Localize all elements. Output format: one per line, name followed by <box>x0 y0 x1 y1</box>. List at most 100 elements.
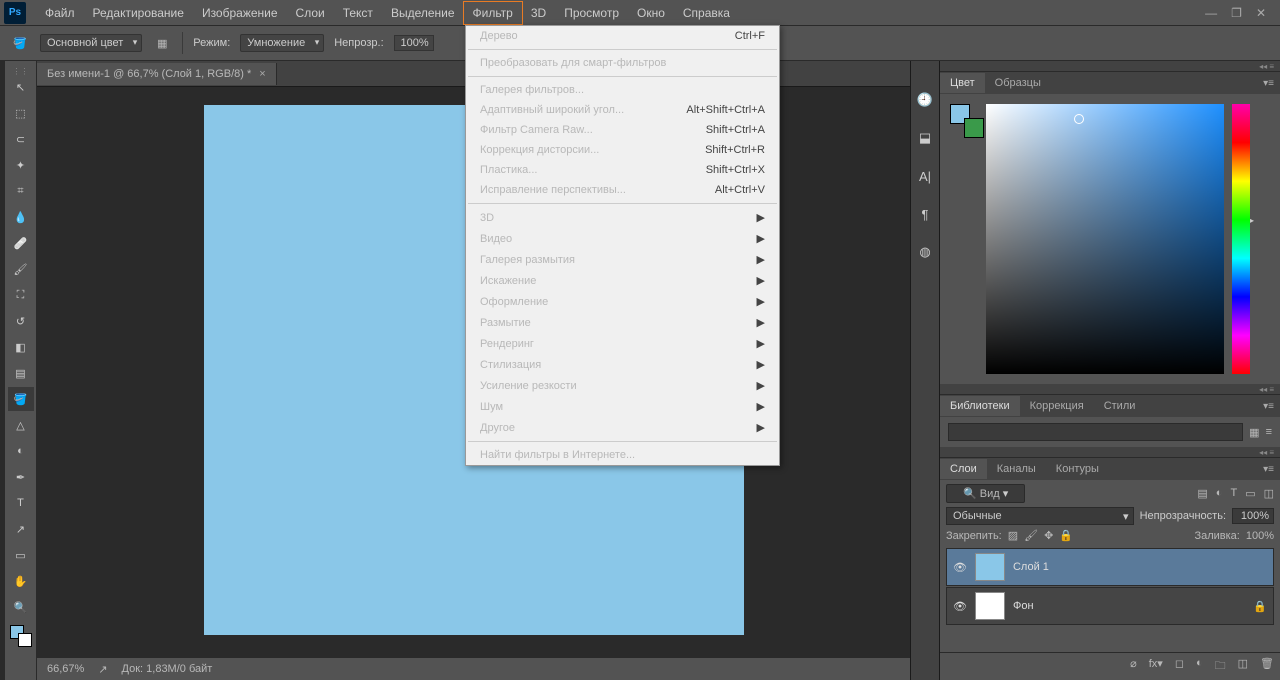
gradient-tool[interactable]: ▤ <box>8 361 34 385</box>
layer-row[interactable]: 👁 Слой 1 <box>946 548 1274 586</box>
tab-paths[interactable]: Контуры <box>1046 459 1109 479</box>
layer-name[interactable]: Слой 1 <box>1013 561 1267 573</box>
list-view-icon[interactable]: ≡ <box>1266 426 1272 439</box>
menu-выделение[interactable]: Выделение <box>382 2 464 24</box>
tab-swatches[interactable]: Образцы <box>985 73 1051 93</box>
stamp-tool[interactable]: ⛶ <box>8 283 34 307</box>
document-tab[interactable]: Без имени-1 @ 66,7% (Слой 1, RGB/8) * × <box>37 63 277 85</box>
layer-blend-dropdown[interactable]: Обычные <box>946 507 1134 525</box>
healing-tool[interactable]: 🩹 <box>8 231 34 255</box>
link-layers-icon[interactable]: ⌀ <box>1130 657 1137 676</box>
filter-type-icon[interactable]: T <box>1230 487 1237 500</box>
menu-3d[interactable]: 3D <box>522 2 555 24</box>
menu-изображение[interactable]: Изображение <box>193 2 287 24</box>
path-select-tool[interactable]: ↗ <box>8 517 34 541</box>
layer-row[interactable]: 👁Фон🔒 <box>946 587 1274 625</box>
crop-tool[interactable]: ⌗ <box>8 179 34 203</box>
tab-adjustments[interactable]: Коррекция <box>1020 396 1094 416</box>
filter-menu-item[interactable]: Коррекция дисторсии...Shift+Ctrl+R <box>466 140 779 160</box>
paragraph-icon[interactable]: ¶ <box>916 205 934 223</box>
tab-styles[interactable]: Стили <box>1094 396 1146 416</box>
menu-фильтр[interactable]: Фильтр <box>464 2 522 24</box>
library-picker[interactable] <box>948 423 1243 441</box>
menu-справка[interactable]: Справка <box>674 2 739 24</box>
hand-tool[interactable]: ✋ <box>8 569 34 593</box>
layer-opacity-value[interactable]: 100% <box>1232 508 1274 524</box>
zoom-tool[interactable]: 🔍 <box>8 595 34 619</box>
layer-thumbnail[interactable] <box>975 592 1005 620</box>
filter-menu-item[interactable]: Другое▶ <box>466 417 779 438</box>
filter-menu-item[interactable]: Преобразовать для смарт-фильтров <box>466 53 779 73</box>
close-button[interactable]: ✕ <box>1256 6 1266 20</box>
tab-libraries[interactable]: Библиотеки <box>940 396 1020 416</box>
panel-menu-icon[interactable]: ▾≡ <box>1263 464 1274 475</box>
lock-all-icon[interactable]: 🔒 <box>1059 529 1073 542</box>
pen-tool[interactable]: ✒ <box>8 465 34 489</box>
filter-menu-item[interactable]: Усиление резкости▶ <box>466 375 779 396</box>
lock-position-icon[interactable]: ✥ <box>1044 529 1053 542</box>
menu-слои[interactable]: Слои <box>287 2 334 24</box>
pattern-picker[interactable]: ▦ <box>152 33 172 53</box>
filter-menu-item[interactable]: Видео▶ <box>466 228 779 249</box>
lock-pixels-icon[interactable]: 🖌 <box>1024 529 1038 542</box>
lasso-tool[interactable]: ⊂ <box>8 127 34 151</box>
maximize-button[interactable]: ❐ <box>1231 6 1242 20</box>
blend-mode-dropdown[interactable]: Умножение <box>240 34 324 52</box>
history-brush-tool[interactable]: ↺ <box>8 309 34 333</box>
filter-menu-item[interactable]: Галерея фильтров... <box>466 80 779 100</box>
share-icon[interactable]: ↗ <box>98 663 107 676</box>
adjustment-layer-icon[interactable]: ◐ <box>1196 657 1203 676</box>
filter-smart-icon[interactable]: ◫ <box>1264 487 1274 500</box>
lock-transparent-icon[interactable]: ▨ <box>1008 529 1018 542</box>
filter-menu-item[interactable]: Рендеринг▶ <box>466 333 779 354</box>
filter-menu-item[interactable]: Стилизация▶ <box>466 354 779 375</box>
filter-menu-item[interactable]: Пластика...Shift+Ctrl+X <box>466 160 779 180</box>
filter-menu-item[interactable]: Адаптивный широкий угол...Alt+Shift+Ctrl… <box>466 100 779 120</box>
menu-окно[interactable]: Окно <box>628 2 674 24</box>
filter-menu-item[interactable]: ДеревоCtrl+F <box>466 26 779 46</box>
filter-menu-item[interactable]: Оформление▶ <box>466 291 779 312</box>
visibility-icon[interactable]: 👁 <box>953 561 967 574</box>
menu-редактирование[interactable]: Редактирование <box>84 2 193 24</box>
magic-wand-tool[interactable]: ✦ <box>8 153 34 177</box>
filter-pixel-icon[interactable]: ▤ <box>1197 487 1207 500</box>
layer-fx-icon[interactable]: fx▾ <box>1149 657 1163 676</box>
layer-thumbnail[interactable] <box>975 553 1005 581</box>
menu-текст[interactable]: Текст <box>334 2 382 24</box>
filter-kind-dropdown[interactable]: 🔍 Вид ▾ <box>946 484 1025 503</box>
move-tool[interactable]: ↖ <box>8 75 34 99</box>
brush-tool[interactable]: 🖌 <box>8 257 34 281</box>
new-layer-icon[interactable]: ◫ <box>1238 657 1248 676</box>
character-icon[interactable]: A| <box>916 167 934 185</box>
filter-menu-item[interactable]: Галерея размытия▶ <box>466 249 779 270</box>
dodge-tool[interactable]: ◐ <box>8 439 34 463</box>
filter-menu-item[interactable]: Размытие▶ <box>466 312 779 333</box>
color-swatches[interactable] <box>10 625 32 647</box>
tab-color[interactable]: Цвет <box>940 73 985 93</box>
layer-group-icon[interactable]: 🗀 <box>1215 657 1226 676</box>
fg-bg-swatch[interactable] <box>950 104 978 132</box>
delete-layer-icon[interactable]: 🗑 <box>1260 657 1274 676</box>
filter-menu-item[interactable]: 3D▶ <box>466 207 779 228</box>
filter-menu-item[interactable]: Искажение▶ <box>466 270 779 291</box>
properties-icon[interactable]: ⬓ <box>916 129 934 147</box>
eraser-tool[interactable]: ◧ <box>8 335 34 359</box>
color-field[interactable] <box>986 104 1224 374</box>
history-icon[interactable]: 🕘 <box>916 91 934 109</box>
panel-menu-icon[interactable]: ▾≡ <box>1263 78 1274 89</box>
shape-tool[interactable]: ▭ <box>8 543 34 567</box>
close-tab-icon[interactable]: × <box>259 68 265 80</box>
bucket-tool[interactable]: 🪣 <box>8 387 34 411</box>
fill-source-dropdown[interactable]: Основной цвет <box>40 34 142 52</box>
filter-menu-item[interactable]: Фильтр Camera Raw...Shift+Ctrl+A <box>466 120 779 140</box>
layer-name[interactable]: Фон <box>1013 600 1245 612</box>
filter-shape-icon[interactable]: ▭ <box>1245 487 1255 500</box>
filter-menu-item[interactable]: Найти фильтры в Интернете... <box>466 445 779 465</box>
layer-mask-icon[interactable]: ◻ <box>1175 657 1184 676</box>
grid-view-icon[interactable]: ▦ <box>1249 426 1259 439</box>
tab-channels[interactable]: Каналы <box>987 459 1046 479</box>
panel-menu-icon[interactable]: ▾≡ <box>1263 401 1274 412</box>
marquee-tool[interactable]: ⬚ <box>8 101 34 125</box>
3d-icon[interactable]: ◍ <box>916 243 934 261</box>
menu-файл[interactable]: Файл <box>36 2 84 24</box>
